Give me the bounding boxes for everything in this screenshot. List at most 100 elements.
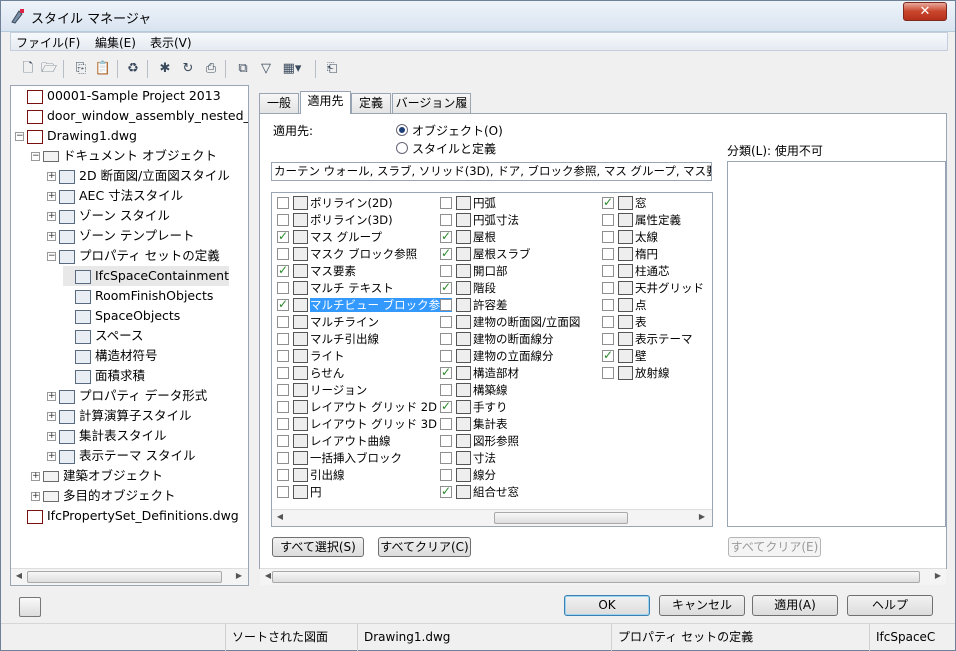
object-type-item[interactable]: 窓	[602, 194, 647, 212]
object-type-item[interactable]: マス要素	[277, 262, 356, 280]
expand-icon[interactable]: +	[47, 392, 56, 401]
checkbox[interactable]	[602, 264, 614, 277]
object-type-list[interactable]: ポリライン(2D) ポリライン(3D) マス グループマスク ブロック参照マス要素マ…	[271, 192, 713, 527]
object-type-item[interactable]: 円弧寸法	[440, 212, 519, 229]
checkbox[interactable]	[602, 298, 614, 311]
object-type-item[interactable]: マルチ テキスト	[277, 280, 394, 297]
checkbox[interactable]	[277, 332, 289, 345]
object-type-item[interactable]: 手すり	[440, 398, 508, 416]
checkbox[interactable]	[440, 332, 452, 345]
new-style-icon[interactable]: ✱	[156, 61, 174, 77]
checkbox[interactable]	[277, 468, 289, 481]
help-button[interactable]: ヘルプ	[847, 595, 933, 616]
object-type-item[interactable]: マルチ引出線	[277, 331, 379, 348]
expand-icon[interactable]: +	[47, 232, 56, 241]
checkbox[interactable]	[277, 417, 289, 430]
checkbox[interactable]	[277, 349, 289, 362]
radio-objects-label[interactable]: オブジェクト(O)	[412, 122, 503, 139]
object-type-item[interactable]: 柱通芯	[602, 263, 670, 280]
collapse-icon[interactable]: −	[47, 252, 56, 261]
checkbox[interactable]	[440, 245, 452, 262]
scroll-right-icon[interactable]: ▶	[696, 512, 708, 521]
checkbox[interactable]	[602, 194, 614, 211]
toggle-view-icon[interactable]: ⧉	[234, 61, 252, 77]
checkbox[interactable]	[602, 281, 614, 294]
checkbox[interactable]	[602, 315, 614, 328]
object-type-item[interactable]: マルチビュー ブロック参照	[277, 296, 452, 314]
object-type-item[interactable]: 建物の断面線分	[440, 331, 554, 348]
select-all-button[interactable]: すべて選択(S)	[272, 537, 364, 557]
checkbox[interactable]	[440, 383, 452, 396]
checkbox[interactable]	[440, 483, 452, 500]
purge-icon[interactable]: ♻	[124, 61, 142, 77]
object-type-item[interactable]: 表	[602, 314, 647, 331]
collapse-icon[interactable]: −	[15, 132, 24, 141]
checkbox[interactable]	[277, 213, 289, 226]
object-type-item[interactable]: ポリライン(2D)	[277, 195, 393, 212]
expand-icon[interactable]: +	[31, 492, 40, 501]
checkbox[interactable]	[277, 434, 289, 447]
expand-icon[interactable]: +	[31, 472, 40, 481]
checkbox[interactable]	[277, 228, 289, 245]
object-type-item[interactable]: 円	[277, 484, 322, 501]
checkbox[interactable]	[440, 264, 452, 277]
checkbox[interactable]	[277, 451, 289, 464]
pane-splitter[interactable]	[251, 85, 257, 585]
object-type-item[interactable]: 表示テーマ	[602, 331, 693, 348]
object-type-item[interactable]: 建物の立面線分	[440, 348, 554, 365]
help-icon[interactable]: ⎗	[323, 61, 341, 77]
checkbox[interactable]	[277, 296, 289, 313]
radio-styles[interactable]	[396, 142, 408, 154]
expand-icon[interactable]: +	[47, 412, 56, 421]
tree-node[interactable]: − プロパティ セットの定義	[47, 246, 220, 266]
new-icon[interactable]: 🗋	[19, 61, 37, 77]
checkbox[interactable]	[277, 485, 289, 498]
object-type-item[interactable]: 太線	[602, 229, 658, 246]
toggle-drawing-icon[interactable]	[19, 597, 41, 617]
object-type-item[interactable]: 放射線	[602, 365, 670, 382]
tree-horizontal-scrollbar[interactable]: ◀ ▶	[11, 568, 248, 585]
scroll-left-icon[interactable]: ◀	[274, 512, 286, 521]
tab-version-history[interactable]: バージョン履歴	[392, 93, 471, 129]
classification-list[interactable]	[727, 161, 946, 527]
object-type-item[interactable]: 開口部	[440, 263, 508, 280]
close-button[interactable]: ✕	[903, 2, 947, 21]
object-type-item[interactable]: 楕円	[602, 246, 658, 263]
checkbox[interactable]	[602, 230, 614, 243]
checkbox[interactable]	[440, 434, 452, 447]
object-type-item[interactable]: 屋根	[440, 228, 496, 246]
tree-node[interactable]: IfcPropertySet_Definitions.dwg	[15, 506, 239, 526]
checkbox[interactable]	[440, 451, 452, 464]
expand-icon[interactable]: +	[47, 192, 56, 201]
checkbox[interactable]	[440, 398, 452, 415]
radio-objects[interactable]	[396, 124, 408, 136]
object-type-item[interactable]: 円弧	[440, 195, 496, 212]
checkbox[interactable]	[277, 247, 289, 260]
object-type-item[interactable]: マス グループ	[277, 228, 382, 246]
filter-icon[interactable]: ▽	[257, 61, 275, 77]
object-type-item[interactable]: マルチライン	[277, 314, 379, 331]
tree-node[interactable]: + ゾーン スタイル	[47, 206, 170, 226]
checkbox[interactable]	[440, 364, 452, 381]
checkbox[interactable]	[602, 347, 614, 364]
checkbox[interactable]	[602, 332, 614, 345]
tab-applies-to[interactable]: 適用先	[300, 91, 351, 114]
object-type-item[interactable]: 構築線	[440, 382, 508, 399]
object-type-item[interactable]: 許容差	[440, 297, 508, 314]
tree-node[interactable]: IfcSpaceContainment	[63, 266, 229, 286]
expand-icon[interactable]: +	[47, 432, 56, 441]
checkbox[interactable]	[440, 228, 452, 245]
radio-styles-label[interactable]: スタイルと定義	[412, 140, 496, 157]
checkbox[interactable]	[440, 468, 452, 481]
object-type-item[interactable]: レイアウト グリッド 2D	[277, 399, 437, 416]
edit-style-icon[interactable]: ↻	[179, 61, 197, 77]
checkbox[interactable]	[440, 298, 452, 311]
checkbox[interactable]	[277, 400, 289, 413]
checkbox[interactable]	[440, 213, 452, 226]
open-icon[interactable]: 🗁	[40, 61, 58, 77]
tree-node[interactable]: RoomFinishObjects	[63, 286, 213, 306]
tree-node[interactable]: 00001-Sample Project 2013	[15, 86, 221, 106]
list-horizontal-scrollbar[interactable]: ◀ ▶	[272, 509, 712, 526]
checkbox[interactable]	[440, 315, 452, 328]
apply-button[interactable]: 適用(A)	[752, 595, 838, 616]
